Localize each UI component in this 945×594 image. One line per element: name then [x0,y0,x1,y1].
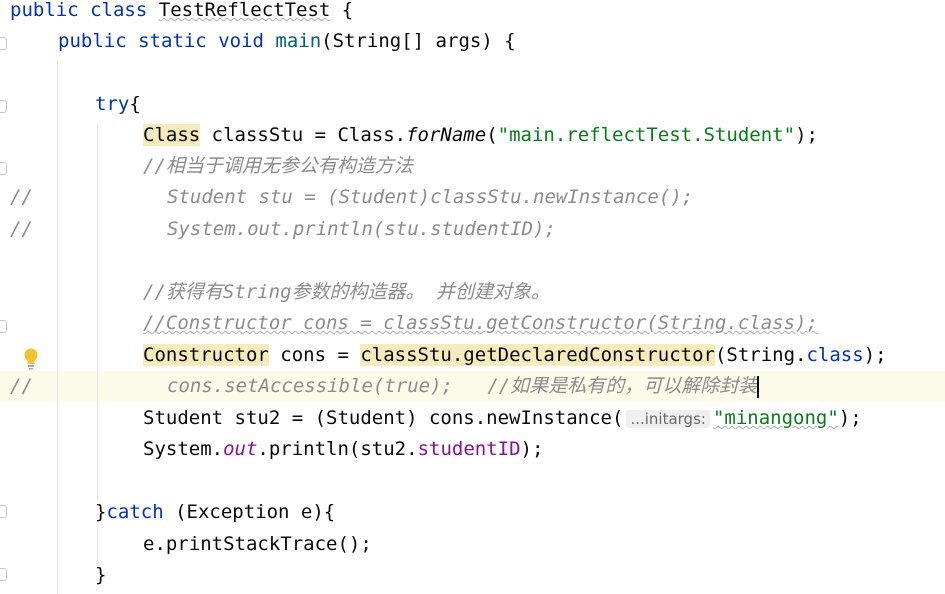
code-line-commented: Student stu = (Student)classStu.newInsta… [167,186,694,208]
indent-guide [97,124,98,502]
fold-marker[interactable] [0,505,7,518]
code-editor[interactable]: public class TestReflectTest { public st… [0,0,945,594]
code-line-new-instance: Student stu2 = (Student) cons.newInstanc… [143,407,862,429]
class-type-token[interactable]: Class [143,124,201,146]
code-line-class-decl: public class TestReflectTest { [10,0,354,21]
code-line-get-constructor: Constructor cons = classStu.getDeclaredC… [143,344,887,366]
code-line-comment: //相当于调用无参公有构造方法 [143,155,413,177]
fold-marker[interactable] [0,37,7,50]
warning-highlight[interactable]: classStu.getDeclaredConstructor [360,344,715,366]
line-comment-marker: // [10,375,33,397]
indent-guide [57,62,58,594]
code-line-println: System.out.println(stu2.studentID); [143,438,544,460]
code-line-print-stack: e.printStackTrace(); [143,533,372,555]
class-name[interactable]: TestReflectTest [159,0,331,21]
code-line-catch: }catch (Exception e){ [95,501,336,523]
method-name[interactable]: main [275,30,321,52]
code-line-main-decl: public static void main(String[] args) { [58,30,516,52]
fold-marker[interactable] [0,162,7,175]
fold-marker[interactable] [0,568,7,581]
fold-marker[interactable] [0,320,7,333]
code-line-forname: Class classStu = Class.forName("main.ref… [143,124,818,146]
code-line-try: try{ [95,93,141,115]
code-line-close-brace: } [95,564,107,586]
fold-marker[interactable] [0,100,7,113]
constructor-type-token[interactable]: Constructor [143,344,269,366]
code-line-commented: System.out.println(stu.studentID); [167,218,556,240]
code-line-comment: //获得有String参数的构造器。 并创建对象。 [143,281,550,303]
line-comment-marker: // [10,186,33,208]
code-line-comment: //Constructor cons = classStu.getConstru… [143,312,818,334]
indent-guide [97,526,98,564]
parameter-hint: ...initargs: [626,410,710,428]
code-line-current[interactable]: cons.setAccessible(true); //如果是私有的，可以解除封… [167,371,760,402]
line-comment-marker: // [10,218,33,240]
text-caret [757,375,760,398]
lightbulb-icon[interactable] [24,348,38,370]
